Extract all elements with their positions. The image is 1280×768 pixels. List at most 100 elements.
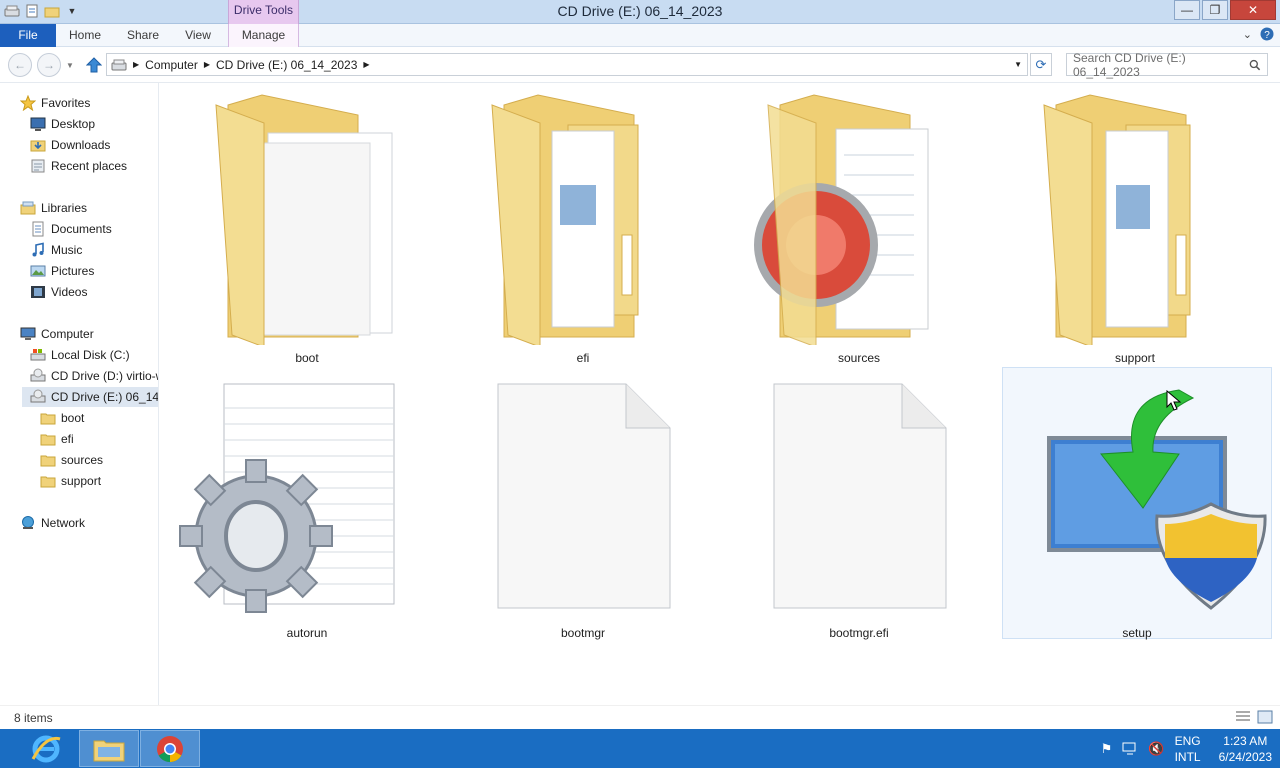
- file-item-efi[interactable]: efi: [448, 85, 718, 365]
- refresh-button[interactable]: ⟳: [1030, 53, 1052, 76]
- file-view: boot efi sources support autorun bootmgr…: [159, 83, 1280, 705]
- new-folder-icon[interactable]: [44, 3, 60, 19]
- title-bar: ▼ Drive Tools CD Drive (E:) 06_14_2023 —…: [0, 0, 1280, 24]
- sidebar-item-computer[interactable]: Computer: [20, 324, 94, 344]
- volume-muted-icon[interactable]: 🔇: [1148, 741, 1164, 757]
- sidebar-label: Documents: [51, 222, 112, 236]
- file-item-sources[interactable]: sources: [724, 85, 994, 365]
- breadcrumb-computer[interactable]: Computer: [145, 58, 198, 72]
- file-item-bootmgr-efi[interactable]: bootmgr.efi: [724, 368, 994, 640]
- help-icon[interactable]: ?: [1260, 27, 1274, 41]
- sidebar-item-documents[interactable]: Documents: [30, 219, 112, 239]
- customize-toolbar-chevron-icon[interactable]: ▼: [64, 3, 80, 19]
- sidebar-label: Favorites: [41, 96, 91, 110]
- file-item-autorun[interactable]: autorun: [172, 368, 442, 640]
- tab-manage[interactable]: Manage: [228, 24, 299, 47]
- up-arrow-icon[interactable]: [86, 57, 102, 73]
- clock-date: 6/24/2023: [1218, 749, 1272, 764]
- search-placeholder: Search CD Drive (E:) 06_14_2023: [1073, 50, 1186, 79]
- taskbar-chrome[interactable]: [140, 730, 200, 767]
- tab-home[interactable]: Home: [58, 24, 112, 47]
- recent-locations-chevron-icon[interactable]: ▼: [66, 61, 74, 70]
- tab-share[interactable]: Share: [116, 24, 170, 47]
- sidebar-item-cd-drive-e[interactable]: CD Drive (E:) 06_14_2: [22, 387, 158, 407]
- properties-icon[interactable]: [24, 3, 40, 19]
- file-label: bootmgr.efi: [829, 626, 889, 640]
- computer-icon: [20, 327, 36, 340]
- navigation-pane: Favorites Desktop Downloads Recent place…: [0, 83, 159, 705]
- pictures-icon: [30, 265, 46, 277]
- file-label: support: [1114, 351, 1156, 365]
- file-item-boot[interactable]: boot: [172, 85, 442, 365]
- sidebar-item-libraries[interactable]: Libraries: [20, 198, 87, 218]
- file-icon: [497, 383, 671, 609]
- flag-icon[interactable]: ⚑: [1101, 741, 1113, 757]
- file-item-support[interactable]: support: [1000, 85, 1270, 365]
- cd-drive-icon: [30, 389, 46, 403]
- folder-icon: [40, 434, 56, 446]
- sidebar-item-cd-drive-d[interactable]: CD Drive (D:) virtio-w: [30, 366, 158, 386]
- folder-icon: [754, 94, 929, 348]
- ribbon-tabs: File Home Share View Manage ⌄ ?: [0, 24, 1280, 47]
- forward-arrow-icon: →: [43, 58, 55, 72]
- sidebar-item-music[interactable]: Music: [30, 240, 82, 260]
- sidebar-item-desktop[interactable]: Desktop: [30, 114, 95, 134]
- search-input[interactable]: Search CD Drive (E:) 06_14_2023: [1066, 50, 1268, 79]
- sidebar-item-downloads[interactable]: Downloads: [30, 135, 110, 155]
- minimize-button[interactable]: —: [1174, 0, 1200, 20]
- desktop-icon: [30, 117, 46, 131]
- file-label: sources: [837, 351, 881, 365]
- taskbar-internet-explorer[interactable]: [16, 730, 76, 767]
- breadcrumb-cd-drive[interactable]: CD Drive (E:) 06_14_2023: [216, 58, 357, 72]
- ie-icon: [31, 735, 61, 762]
- breadcrumb-separator-icon[interactable]: ▶: [133, 60, 139, 69]
- tab-view[interactable]: View: [172, 24, 224, 47]
- address-dropdown-icon[interactable]: ▼: [1014, 60, 1022, 69]
- network-icon: [22, 516, 34, 529]
- sidebar-item-local-disk-c[interactable]: Local Disk (C:): [30, 345, 130, 365]
- setup-icon: [1047, 389, 1267, 610]
- chevron-down-icon[interactable]: ⌄: [1243, 28, 1252, 41]
- sidebar-label: efi: [61, 432, 74, 446]
- sidebar-item-videos[interactable]: Videos: [30, 282, 87, 302]
- maximize-button[interactable]: ❐: [1202, 0, 1228, 20]
- breadcrumb-separator-icon[interactable]: ▶: [363, 60, 369, 69]
- ribbon-right-controls: ⌄ ?: [1243, 27, 1274, 41]
- sidebar-item-pictures[interactable]: Pictures: [30, 261, 94, 281]
- breadcrumb-separator-icon[interactable]: ▶: [204, 60, 210, 69]
- taskbar-file-explorer[interactable]: [79, 730, 139, 767]
- taskbar: ⚑ 🔇 ENG INTL 1:23 AM 6/24/2023: [0, 729, 1280, 768]
- sidebar-item-efi[interactable]: efi: [40, 429, 74, 449]
- sidebar-item-support[interactable]: support: [40, 471, 101, 491]
- back-button[interactable]: ←: [8, 53, 32, 77]
- sidebar-item-network[interactable]: Network: [20, 513, 85, 533]
- sidebar-label: sources: [61, 453, 104, 467]
- sidebar-item-recent-places[interactable]: Recent places: [30, 156, 127, 176]
- drive-icon[interactable]: [4, 3, 20, 19]
- videos-icon: [31, 286, 45, 298]
- folder-icon: [40, 413, 56, 425]
- file-item-setup[interactable]: setup: [1002, 367, 1272, 640]
- sidebar-item-boot[interactable]: boot: [40, 408, 84, 428]
- file-item-bootmgr[interactable]: bootmgr: [448, 368, 718, 640]
- network-status-icon[interactable]: [1122, 742, 1138, 756]
- sidebar-item-sources[interactable]: sources: [40, 450, 103, 470]
- details-view-icon[interactable]: [1235, 710, 1251, 724]
- sidebar-label: Computer: [41, 327, 94, 341]
- language-code: ENG: [1174, 733, 1201, 748]
- forward-button[interactable]: →: [37, 53, 61, 77]
- large-icons-view-icon[interactable]: [1257, 710, 1273, 724]
- tab-file[interactable]: File: [0, 24, 56, 47]
- sidebar-label: Local Disk (C:): [51, 348, 130, 362]
- sidebar-item-favorites[interactable]: Favorites: [20, 93, 90, 113]
- clock[interactable]: 1:23 AM 6/24/2023: [1219, 733, 1272, 765]
- file-label: autorun: [286, 626, 328, 640]
- item-count: 8 items: [14, 711, 53, 725]
- folder-icon: [215, 94, 393, 348]
- file-label: efi: [576, 351, 590, 365]
- input-language[interactable]: ENG INTL: [1175, 733, 1201, 765]
- file-explorer-icon: [93, 740, 125, 761]
- sidebar-label: boot: [61, 411, 85, 425]
- address-bar[interactable]: ▶ Computer ▶ CD Drive (E:) 06_14_2023 ▶ …: [106, 53, 1028, 76]
- close-button[interactable]: ✕: [1230, 0, 1276, 20]
